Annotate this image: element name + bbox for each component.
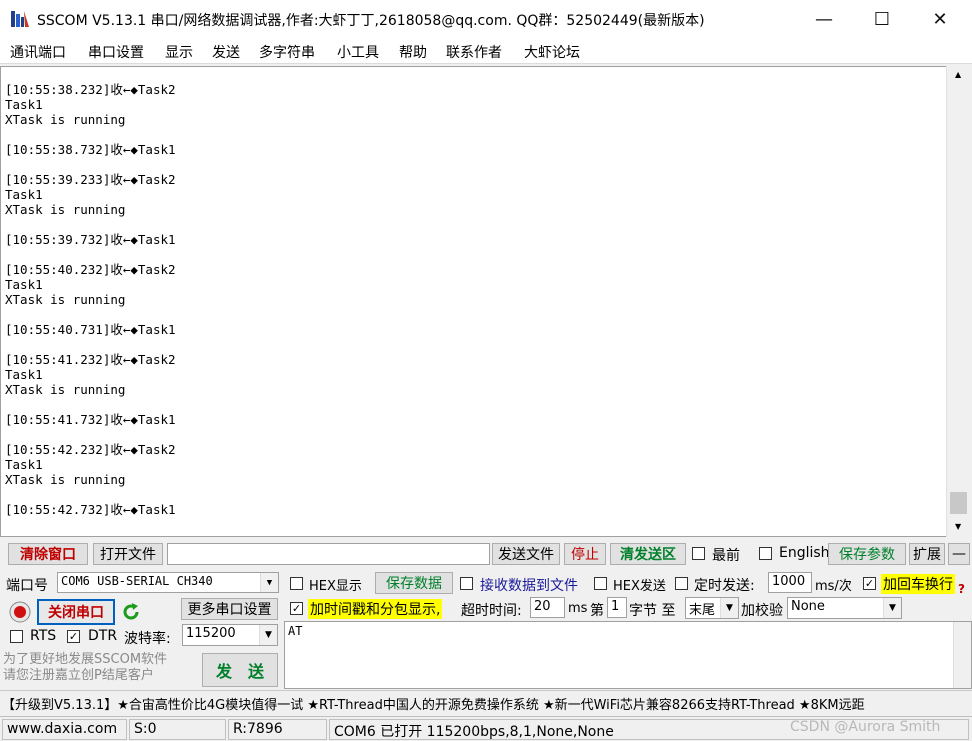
port-label: 端口号	[6, 578, 48, 594]
status-bar: www.daxia.com S:0 R:7896 COM6 已打开 115200…	[0, 716, 972, 741]
send-textarea[interactable]: AT	[284, 621, 972, 689]
menu-bar: 通讯端口 串口设置 显示 发送 多字符串 小工具 帮助 联系作者 大虾论坛	[0, 38, 972, 64]
menu-tools[interactable]: 小工具	[337, 42, 379, 62]
hex-display-checkbox[interactable]	[290, 577, 303, 590]
top-most-label: 最前	[712, 548, 740, 564]
collapse-button[interactable]: —	[948, 543, 970, 565]
file-path-input[interactable]	[167, 543, 490, 565]
app-icon	[10, 9, 30, 29]
ticker-bar: 【升级到V5.13.1】★合宙高性价比4G模块值得一试 ★RT-Thread中国…	[0, 690, 972, 714]
menu-contact-author[interactable]: 联系作者	[446, 42, 502, 62]
hex-send-label: HEX发送	[613, 579, 666, 594]
byte-prefix: 第	[590, 603, 604, 619]
interval-unit: ms/次	[815, 579, 852, 594]
interval-input[interactable]: 1000	[768, 572, 812, 593]
window-title: SSCOM V5.13.1 串口/网络数据调试器,作者:大虾丁丁,2618058…	[37, 13, 705, 29]
close-button[interactable]: ✕	[911, 0, 969, 38]
timeout-unit: ms	[568, 601, 588, 616]
vertical-scrollbar[interactable]: ▲ ▼	[946, 66, 972, 537]
status-site[interactable]: www.daxia.com	[2, 719, 127, 740]
checksum-select[interactable]: None ▼	[787, 597, 902, 619]
dtr-label: DTR	[88, 628, 118, 644]
ticker-text[interactable]: 【升级到V5.13.1】★合宙高性价比4G模块值得一试 ★RT-Thread中国…	[2, 694, 865, 713]
status-sent: S:0	[129, 719, 226, 740]
rts-label: RTS	[30, 628, 57, 644]
send-button[interactable]: 发 送	[202, 653, 278, 687]
send-text: AT	[288, 624, 303, 638]
expand-button[interactable]: 扩展	[909, 543, 945, 565]
rts-checkbox[interactable]	[10, 630, 23, 643]
open-file-button[interactable]: 打开文件	[93, 543, 163, 565]
send-file-button[interactable]: 发送文件	[492, 543, 560, 565]
add-crlf-label: 加回车换行	[881, 574, 955, 594]
save-params-button[interactable]: 保存参数	[828, 543, 906, 565]
english-checkbox[interactable]	[759, 547, 772, 560]
timeout-label: 超时时间:	[461, 603, 522, 619]
add-crlf-checkbox[interactable]: ✓	[863, 577, 876, 590]
stop-button[interactable]: 停止	[564, 543, 606, 565]
more-settings-button[interactable]: 更多串口设置	[181, 598, 278, 620]
baud-label: 波特率:	[124, 631, 171, 647]
close-port-button[interactable]: 关闭串口	[37, 599, 115, 625]
chevron-down-icon: ▼	[259, 625, 277, 645]
timed-send-label: 定时发送:	[694, 578, 755, 594]
hex-send-checkbox[interactable]	[594, 577, 607, 590]
receive-text: [10:55:38.232]收←◆Task2 Task1 XTask is ru…	[5, 82, 176, 517]
chevron-down-icon: ▼	[260, 573, 278, 592]
byte-index-input[interactable]: 1	[607, 597, 627, 618]
english-label: English	[779, 545, 830, 561]
minimize-button[interactable]: —	[795, 0, 853, 38]
dtr-checkbox[interactable]: ✓	[67, 630, 80, 643]
title-bar: SSCOM V5.13.1 串口/网络数据调试器,作者:大虾丁丁,2618058…	[0, 0, 972, 38]
timestamp-label: 加时间戳和分包显示,	[308, 599, 443, 619]
menu-help[interactable]: 帮助	[399, 42, 427, 62]
timed-send-checkbox[interactable]	[675, 577, 688, 590]
checksum-label: 加校验	[741, 603, 783, 619]
port-select[interactable]: COM6 USB-SERIAL CH340 ▼	[57, 572, 279, 593]
scrollbar-thumb[interactable]	[950, 492, 967, 514]
clear-send-button[interactable]: 清发送区	[610, 543, 686, 565]
clear-window-button[interactable]: 清除窗口	[8, 543, 88, 565]
promo-text: 为了更好地发展SSCOM软件 请您注册嘉立创P结尾客户	[3, 652, 168, 683]
menu-comm-port[interactable]: 通讯端口	[10, 42, 66, 62]
menu-display[interactable]: 显示	[165, 42, 193, 62]
chevron-down-icon: ▼	[720, 598, 738, 618]
save-data-button[interactable]: 保存数据	[375, 572, 453, 594]
recv-to-file-checkbox[interactable]	[460, 577, 473, 590]
port-select-value: COM6 USB-SERIAL CH340	[61, 574, 213, 588]
timestamp-checkbox[interactable]: ✓	[290, 602, 303, 615]
status-received: R:7896	[228, 719, 327, 740]
byte-end-value: 末尾	[689, 603, 716, 618]
record-icon	[8, 600, 32, 624]
help-icon[interactable]: ?	[958, 582, 965, 596]
chevron-down-icon: ▼	[883, 598, 901, 618]
byte-suffix: 字节 至	[629, 603, 676, 619]
watermark: CSDN @Aurora Smith	[790, 719, 941, 735]
baud-select[interactable]: 115200 ▼	[182, 624, 278, 646]
recv-to-file-label: 接收数据到文件	[480, 578, 578, 594]
byte-end-select[interactable]: 末尾 ▼	[685, 597, 739, 619]
hex-display-label: HEX显示	[309, 579, 362, 594]
top-most-checkbox[interactable]	[692, 547, 705, 560]
menu-serial-settings[interactable]: 串口设置	[88, 42, 144, 62]
maximize-button[interactable]: ☐	[853, 0, 911, 38]
menu-send[interactable]: 发送	[212, 42, 240, 62]
send-scrollbar[interactable]	[953, 622, 971, 688]
menu-forum[interactable]: 大虾论坛	[524, 42, 580, 62]
baud-select-value: 115200	[186, 626, 236, 641]
checksum-value: None	[791, 599, 825, 614]
refresh-icon[interactable]	[120, 601, 142, 623]
menu-multi-string[interactable]: 多字符串	[259, 42, 315, 62]
timeout-input[interactable]: 20	[530, 597, 565, 618]
receive-area[interactable]: [10:55:38.232]收←◆Task2 Task1 XTask is ru…	[0, 66, 946, 537]
